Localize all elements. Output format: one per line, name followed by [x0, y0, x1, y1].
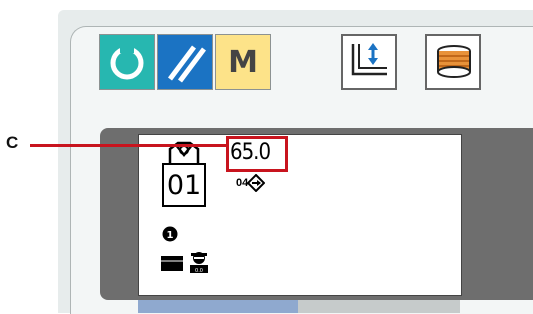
presser-foot-lift-icon	[351, 43, 387, 76]
presser-foot-button[interactable]	[341, 34, 397, 90]
callout-line	[30, 144, 226, 147]
reset-button[interactable]	[157, 34, 213, 90]
svg-text:1: 1	[167, 230, 174, 241]
bottom-strip-gray	[298, 300, 460, 313]
bobbin-winding-icon	[437, 45, 471, 78]
mode-button[interactable]: M	[215, 34, 271, 90]
diamond-arrow-icon	[247, 174, 265, 192]
ready-circle-icon	[110, 45, 144, 80]
callout-highlight-box	[226, 136, 288, 172]
reset-slashes-icon	[168, 45, 206, 83]
operator-icon: 0.0	[190, 252, 208, 274]
pattern-number: 01	[162, 163, 206, 207]
bottom-strip-blue	[138, 300, 298, 313]
bobbin-winder-button[interactable]	[425, 34, 481, 90]
bobbin-counter-icon	[161, 256, 183, 271]
ready-button[interactable]	[99, 34, 155, 90]
svg-text:0.0: 0.0	[195, 268, 203, 274]
mode-icon: M	[228, 44, 258, 80]
circled-one-icon: 1	[162, 226, 178, 242]
callout-letter: C	[6, 133, 19, 152]
